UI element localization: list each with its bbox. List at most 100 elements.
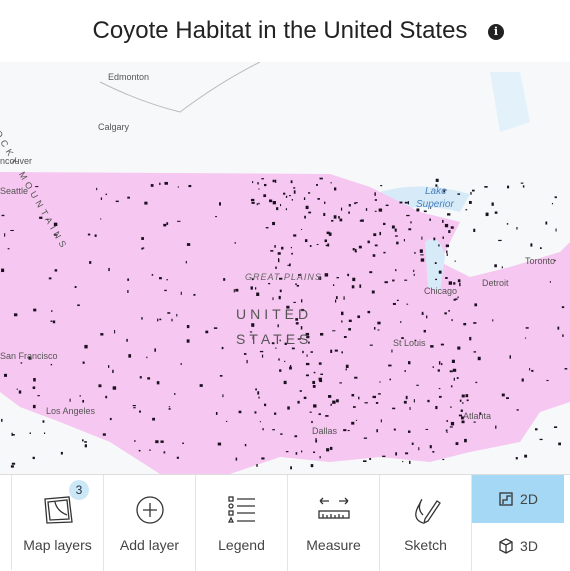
legend-label: Legend: [218, 537, 265, 553]
habitat-gap-mark: [473, 351, 477, 353]
habitat-gap-mark: [290, 466, 292, 470]
habitat-gap-mark: [442, 236, 444, 239]
habitat-gap-mark: [152, 417, 156, 421]
habitat-gap-mark: [291, 252, 293, 255]
habitat-gap-mark: [54, 269, 58, 272]
habitat-gap-mark: [432, 366, 434, 368]
habitat-gap-mark: [323, 201, 326, 204]
habitat-gap-mark: [256, 464, 258, 467]
add-layer-label: Add layer: [119, 537, 180, 553]
habitat-gap-mark: [126, 338, 128, 342]
habitat-gap-mark: [395, 269, 397, 272]
habitat-gap-mark: [276, 207, 279, 211]
habitat-gap-mark: [255, 388, 257, 391]
habitat-gap-mark: [534, 428, 538, 431]
habitat-gap-mark: [272, 221, 276, 226]
habitat-gap-mark: [186, 339, 190, 343]
habitat-gap-mark: [456, 377, 459, 379]
map-view[interactable]: Edmonton Calgary ncouver Seattle ROCKY M…: [0, 62, 570, 474]
habitat-gap-mark: [445, 429, 448, 432]
habitat-gap-mark: [309, 245, 312, 247]
habitat-gap-mark: [446, 250, 448, 254]
habitat-gap-mark: [156, 381, 160, 385]
layer-count-badge: 3: [69, 480, 89, 500]
habitat-gap-mark: [448, 230, 451, 234]
habitat-gap-mark: [351, 393, 355, 397]
habitat-gap-mark: [290, 180, 293, 184]
habitat-gap-mark: [328, 395, 332, 398]
habitat-gap-mark: [313, 451, 316, 453]
habitat-gap-mark: [405, 395, 408, 400]
habitat-gap-mark: [319, 456, 321, 459]
info-icon[interactable]: i: [488, 24, 504, 40]
habitat-gap-mark: [408, 430, 411, 433]
habitat-gap-mark: [325, 415, 329, 417]
habitat-gap-mark: [343, 296, 345, 300]
habitat-gap-mark: [457, 279, 461, 283]
habitat-gap-mark: [373, 327, 376, 330]
habitat-gap-mark: [295, 452, 298, 455]
habitat-gap-mark: [558, 442, 561, 446]
habitat-gap-mark: [139, 376, 142, 379]
habitat-gap-mark: [11, 432, 13, 436]
habitat-gap-mark: [449, 370, 453, 373]
habitat-gap-mark: [484, 186, 488, 188]
habitat-gap-mark: [293, 187, 296, 189]
habitat-gap-mark: [324, 239, 328, 243]
habitat-gap-mark: [82, 361, 85, 364]
habitat-gap-mark: [193, 293, 196, 296]
view-2d-button[interactable]: 2D: [472, 475, 564, 523]
habitat-gap-mark: [378, 208, 383, 212]
habitat-gap-mark: [383, 222, 386, 226]
habitat-gap-mark: [475, 381, 478, 384]
habitat-gap-mark: [562, 334, 564, 337]
habitat-gap-mark: [466, 399, 469, 402]
habitat-gap-mark: [429, 445, 432, 449]
add-layer-button[interactable]: Add layer: [104, 475, 196, 571]
habitat-gap-mark: [257, 391, 260, 395]
habitat-gap-mark: [438, 270, 442, 274]
habitat-gap-mark: [363, 437, 368, 439]
habitat-gap-mark: [506, 223, 509, 225]
map-layers-icon: [43, 496, 73, 524]
habitat-gap-mark: [281, 246, 284, 250]
habitat-gap-mark: [358, 396, 360, 400]
measure-button[interactable]: Measure: [288, 475, 380, 571]
habitat-gap-mark: [359, 284, 362, 288]
habitat-gap-mark: [299, 390, 302, 392]
habitat-gap-mark: [391, 225, 395, 229]
habitat-gap-mark: [96, 187, 98, 191]
habitat-gap-mark: [403, 400, 407, 404]
habitat-gap-mark: [371, 290, 375, 294]
habitat-gap-mark: [449, 426, 453, 428]
habitat-gap-mark: [186, 325, 190, 329]
habitat-gap-mark: [323, 212, 326, 216]
view-3d-button[interactable]: 3D: [472, 523, 564, 571]
habitat-gap-mark: [357, 315, 361, 319]
sketch-button[interactable]: Sketch: [380, 475, 472, 571]
habitat-gap-mark: [291, 199, 293, 201]
habitat-gap-mark: [250, 198, 255, 202]
legend-button[interactable]: Legend: [196, 475, 288, 571]
habitat-gap-mark: [105, 193, 107, 196]
habitat-gap-mark: [458, 414, 463, 417]
habitat-gap-mark: [312, 380, 316, 385]
habitat-gap-mark: [359, 220, 362, 222]
habitat-gap-mark: [10, 465, 14, 468]
habitat-gap-mark: [305, 362, 310, 366]
habitat-gap-mark: [205, 330, 209, 334]
habitat-gap-mark: [326, 448, 330, 452]
toolbar-scroll-left[interactable]: [0, 475, 12, 570]
habitat-gap-mark: [404, 279, 408, 281]
habitat-gap-mark: [84, 444, 87, 448]
habitat-gap-mark: [438, 361, 441, 365]
habitat-gap-mark: [283, 192, 286, 195]
habitat-gap-mark: [555, 228, 557, 232]
habitat-gap-mark: [520, 182, 524, 184]
habitat-gap-mark: [167, 312, 171, 314]
habitat-gap-mark: [272, 200, 276, 205]
habitat-gap-mark: [374, 199, 377, 201]
habitat-gap-mark: [151, 274, 154, 276]
habitat-gap-mark: [473, 228, 476, 232]
map-layers-button[interactable]: 3 Map layers: [12, 475, 104, 571]
